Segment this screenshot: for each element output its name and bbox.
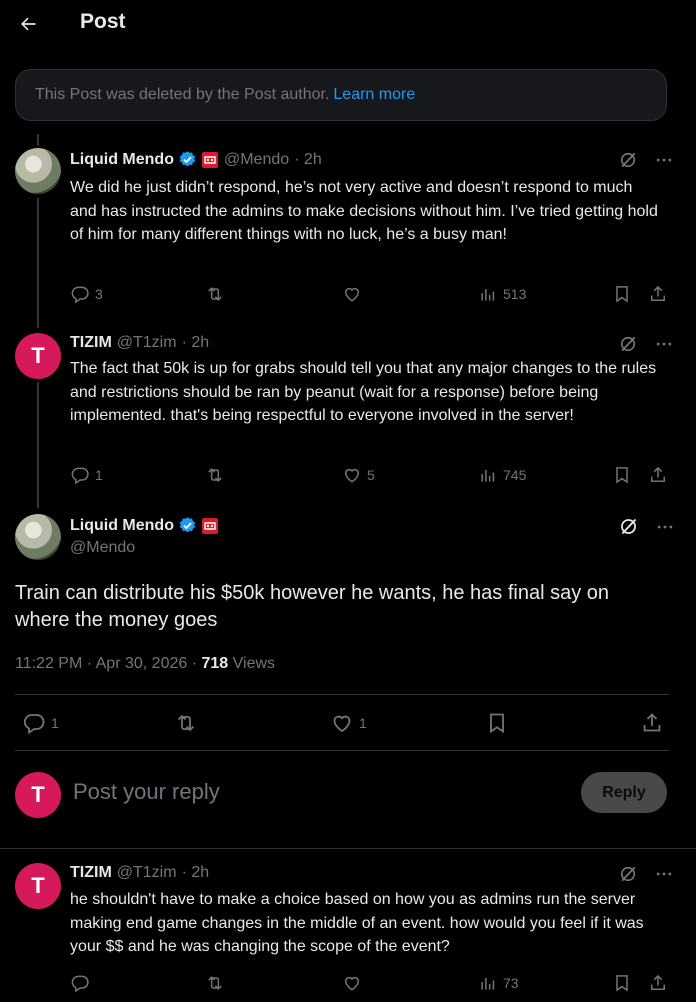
reply-button[interactable] (70, 973, 90, 993)
affiliate-badge-icon (201, 517, 219, 535)
views-label: Views (228, 655, 276, 672)
bookmark-button[interactable] (612, 465, 632, 485)
verified-badge-icon (178, 150, 197, 169)
tweet-header: TIZIM @T1zim · 2h (70, 864, 209, 882)
display-name[interactable]: Liquid Mendo (70, 517, 174, 535)
focused-actions: 1 1 (22, 711, 672, 735)
reply-count: 1 (95, 467, 103, 483)
focused-handle-row: @Mendo (70, 539, 135, 557)
post-meta: 11:22 PM · Apr 30, 2026 · 718 Views (15, 655, 275, 673)
more-options-icon[interactable] (654, 334, 674, 359)
handle[interactable]: @Mendo (224, 151, 289, 169)
share-button[interactable] (648, 465, 668, 485)
like-button[interactable]: 1 (330, 711, 367, 735)
avatar[interactable]: T (15, 863, 61, 909)
avatar-letter: T (31, 782, 45, 807)
post-time[interactable]: · 2h (182, 334, 210, 352)
bookmark-button[interactable] (612, 973, 632, 993)
deleted-post-notice: This Post was deleted by the Post author… (15, 69, 667, 121)
reply-input[interactable]: Post your reply (73, 779, 220, 805)
header: Post (0, 0, 696, 50)
avatar[interactable] (15, 514, 61, 560)
avatar-letter: T (31, 873, 45, 898)
views-count: 745 (503, 467, 527, 483)
tweet-top-icons (618, 334, 674, 359)
focused-author: Liquid Mendo (70, 516, 219, 535)
share-button[interactable] (640, 711, 664, 735)
post-time[interactable]: · 2h (294, 151, 322, 169)
post-time[interactable]: · 2h (182, 864, 210, 882)
thread-line (37, 198, 39, 328)
views-button[interactable]: 745 (478, 465, 526, 485)
reply-button[interactable]: 1 (22, 711, 59, 735)
bookmark-button[interactable] (485, 711, 509, 735)
like-count: 1 (359, 715, 367, 731)
post-timestamp[interactable]: 11:22 PM · Apr 30, 2026 · (15, 655, 201, 672)
display-name[interactable]: TIZIM (70, 864, 112, 882)
more-options-icon[interactable] (654, 864, 674, 889)
reply-button[interactable]: 3 (70, 284, 103, 304)
views-count: 718 (201, 655, 229, 672)
repost-button[interactable] (174, 711, 198, 735)
grok-icon[interactable] (618, 334, 638, 359)
reply-count: 1 (51, 715, 59, 731)
grok-icon[interactable] (618, 516, 639, 542)
divider (15, 750, 669, 751)
repost-button[interactable] (205, 465, 225, 485)
reply-count: 3 (95, 286, 103, 302)
repost-button[interactable] (205, 284, 225, 304)
tweet-header: Liquid Mendo @Mendo · 2h (70, 150, 322, 169)
handle[interactable]: @T1zim (117, 864, 177, 882)
tweet-actions: 73 (70, 973, 670, 997)
avatar[interactable]: T (15, 772, 61, 818)
tweet-actions: 1 5 745 (70, 465, 670, 489)
affiliate-badge-icon (201, 151, 219, 169)
more-options-icon[interactable] (654, 150, 674, 175)
display-name[interactable]: TIZIM (70, 334, 112, 352)
tweet-top-icons (618, 516, 675, 542)
thread-line (37, 134, 39, 146)
handle[interactable]: @Mendo (70, 539, 135, 557)
views-count: 513 (503, 286, 527, 302)
divider (0, 848, 696, 849)
avatar-letter: T (31, 343, 45, 368)
back-arrow-icon[interactable] (14, 10, 42, 38)
more-options-icon[interactable] (655, 517, 675, 542)
tweet-text: he shouldn't have to make a choice based… (70, 891, 644, 955)
reply-submit-button[interactable]: Reply (581, 772, 667, 813)
avatar[interactable] (15, 148, 61, 194)
handle[interactable]: @T1zim (117, 334, 177, 352)
grok-icon[interactable] (618, 864, 638, 889)
tweet-top-icons (618, 150, 674, 175)
repost-button[interactable] (205, 973, 225, 993)
focused-post-text: Train can distribute his $50k however he… (15, 582, 610, 631)
views-button[interactable]: 513 (478, 284, 526, 304)
grok-icon[interactable] (618, 150, 638, 175)
share-button[interactable] (648, 973, 668, 993)
tweet-actions: 3 513 (70, 284, 670, 308)
page-title: Post (80, 10, 126, 33)
verified-badge-icon (178, 516, 197, 535)
share-button[interactable] (648, 284, 668, 304)
bookmark-button[interactable] (612, 284, 632, 304)
views-button[interactable]: 73 (478, 973, 519, 993)
like-button[interactable]: 5 (342, 465, 375, 485)
like-count: 5 (367, 467, 375, 483)
deleted-notice-text: This Post was deleted by the Post author… (35, 86, 330, 103)
thread-line (37, 382, 39, 508)
learn-more-link[interactable]: Learn more (333, 86, 415, 104)
views-count: 73 (503, 975, 519, 991)
avatar[interactable]: T (15, 333, 61, 379)
like-button[interactable] (342, 284, 362, 304)
tweet-header: TIZIM @T1zim · 2h (70, 334, 209, 352)
tweet-text: The fact that 50k is up for grabs should… (70, 360, 657, 424)
display-name[interactable]: Liquid Mendo (70, 151, 174, 169)
tweet-top-icons (618, 864, 674, 889)
like-button[interactable] (342, 973, 362, 993)
reply-button[interactable]: 1 (70, 465, 103, 485)
divider (15, 694, 669, 695)
tweet-text: We did he just didn’t respond, he’s not … (70, 179, 658, 243)
